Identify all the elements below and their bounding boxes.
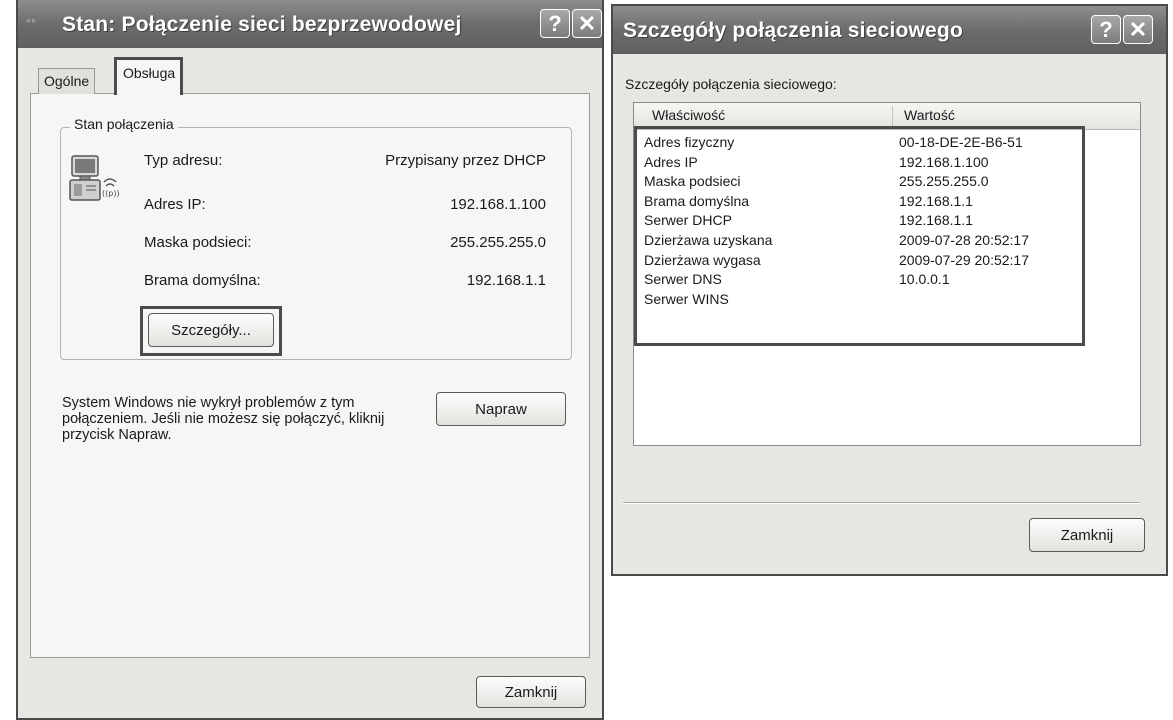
details-separator — [623, 502, 1140, 504]
default-gateway-label: Brama domyślna: — [144, 272, 261, 289]
close-button[interactable]: Zamknij — [1029, 518, 1145, 552]
window-system-icon: ◦◦ — [26, 12, 36, 28]
close-icon[interactable]: ✕ — [1123, 15, 1153, 44]
subnet-mask-value: 255.255.255.0 — [450, 234, 546, 251]
help-icon[interactable]: ? — [540, 9, 570, 38]
details-button[interactable]: Szczegóły... — [148, 313, 274, 347]
details-dialog: Szczegóły połączenia sieciowego ? ✕ Szcz… — [611, 4, 1168, 576]
tab-support[interactable]: Obsługa — [114, 57, 184, 95]
details-caption: Szczegóły połączenia sieciowego: — [625, 76, 837, 92]
column-divider[interactable] — [892, 106, 893, 126]
status-dialog: ◦◦ Stan: Połączenie sieci bezprzewodowej… — [16, 0, 604, 720]
address-type-value: Przypisany przez DHCP — [385, 152, 546, 169]
ip-address-value: 192.168.1.100 — [450, 196, 546, 213]
subnet-mask-label: Maska podsieci: — [144, 234, 252, 251]
svg-text:((p)): ((p)) — [102, 189, 120, 198]
repair-message: System Windows nie wykrył problemów z ty… — [62, 395, 385, 443]
details-dialog-titlebar[interactable]: Szczegóły połączenia sieciowego ? ✕ — [613, 6, 1166, 54]
connection-status-group-label: Stan połączenia — [70, 116, 178, 132]
details-rows-highlight — [634, 126, 1085, 346]
tab-general[interactable]: Ogólne — [38, 68, 96, 94]
status-dialog-titlebar[interactable]: ◦◦ Stan: Połączenie sieci bezprzewodowej… — [18, 0, 602, 48]
network-connection-icon: ((p)) — [69, 155, 120, 201]
ip-address-label: Adres IP: — [144, 196, 206, 213]
default-gateway-value: 192.168.1.1 — [466, 272, 546, 289]
details-dialog-title: Szczegóły połączenia sieciowego — [623, 19, 963, 42]
close-button[interactable]: Zamknij — [476, 676, 586, 708]
address-type-label: Typ adresu: — [144, 152, 223, 169]
column-header-property[interactable]: Właściwość — [652, 107, 725, 123]
column-header-value[interactable]: Wartość — [904, 107, 955, 123]
close-icon[interactable]: ✕ — [572, 9, 602, 38]
help-icon[interactable]: ? — [1091, 15, 1121, 44]
status-dialog-title: Stan: Połączenie sieci bezprzewodowej — [62, 13, 462, 36]
repair-button[interactable]: Napraw — [436, 392, 566, 426]
